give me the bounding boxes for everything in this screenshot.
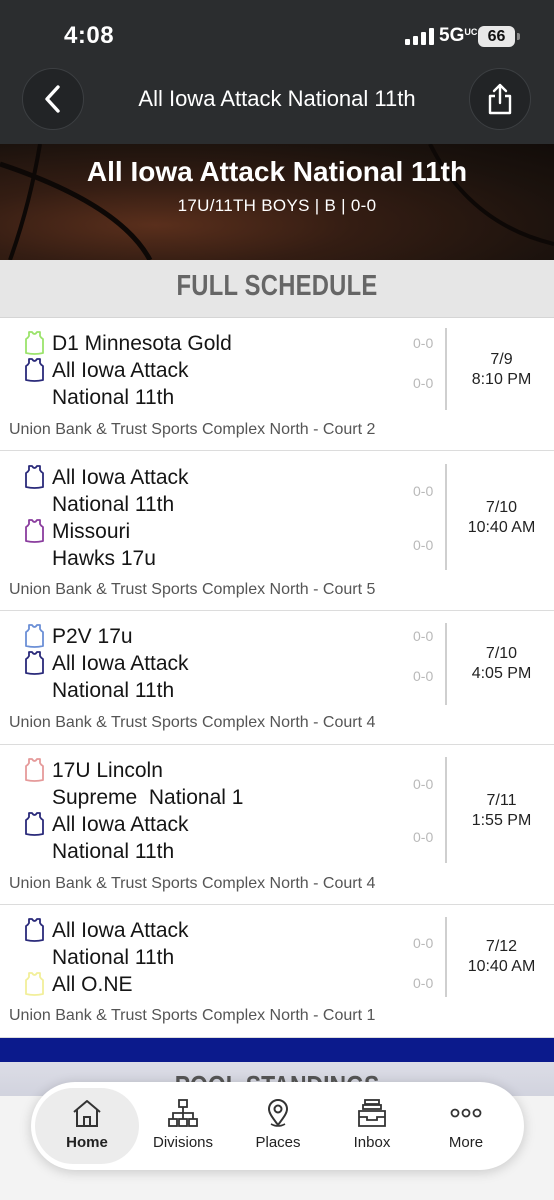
location-pin-icon [267,1099,289,1127]
share-icon [488,83,512,115]
team-name: All Iowa Attack National 11th [52,813,189,863]
team-name: All O.NE [52,973,133,996]
full-schedule-header: FULL SCHEDULE [0,260,554,318]
tab-bar: Home Divisions Places Inbox More [31,1082,524,1170]
tab-places[interactable]: Places [231,1088,325,1164]
team-name: Missouri Hawks 17u [52,520,156,570]
team-name: P2V 17u [52,625,133,648]
team-score: 0-0 [413,975,434,991]
venue: Union Bank & Trust Sports Complex North … [9,875,376,892]
divider [445,917,447,997]
chevron-left-icon [45,85,60,113]
team-name: All Iowa Attack National 11th [52,466,189,516]
more-icon [450,1108,482,1118]
network-label: 5GUC [439,25,478,46]
venue: Union Bank & Trust Sports Complex North … [9,581,376,598]
team-row: D1 Minnesota Gold [24,330,402,357]
venue: Union Bank & Trust Sports Complex North … [9,714,376,731]
game-time: 4:05 PM [471,665,532,682]
inbox-icon [358,1099,386,1127]
game-time: 10:40 AM [467,958,536,975]
tab-divisions[interactable]: Divisions [136,1088,230,1164]
venue: Union Bank & Trust Sports Complex North … [9,421,376,438]
section-separator [0,1038,554,1062]
jersey-icon [25,972,44,996]
divider [445,328,447,410]
team-score: 0-0 [413,628,434,644]
divider [445,623,447,705]
team-row: All Iowa Attack National 11th [24,357,402,411]
tab-home[interactable]: Home [35,1088,139,1164]
game-card[interactable]: All Iowa Attack National 11th All O.NE 0… [0,905,554,1038]
team-score: 0-0 [413,668,434,684]
game-date: 7/10 [485,499,518,516]
tab-label: Home [66,1134,108,1151]
tab-inbox[interactable]: Inbox [325,1088,419,1164]
jersey-icon [25,465,44,489]
nav-bar: All Iowa Attack National 11th [0,60,554,144]
game-card[interactable]: All Iowa Attack National 11th Missouri H… [0,451,554,611]
section-title: FULL SCHEDULE [176,270,378,302]
team-score: 0-0 [413,483,434,499]
jersey-icon [25,331,44,355]
game-date: 7/11 [486,792,517,809]
jersey-icon [25,624,44,648]
team-score: 0-0 [413,375,434,391]
game-card[interactable]: D1 Minnesota Gold All Iowa Attack Nation… [0,318,554,451]
tab-label: Places [255,1134,301,1151]
team-score: 0-0 [413,935,434,951]
home-icon [73,1100,101,1127]
team-name: 17U Lincoln Supreme National 1 [52,759,244,809]
team-score: 0-0 [413,537,434,553]
team-score: 0-0 [413,829,434,845]
game-card[interactable]: 17U Lincoln Supreme National 1 All Iowa … [0,745,554,905]
jersey-icon [25,918,44,942]
battery-icon: 66 [478,26,520,47]
team-score: 0-0 [413,335,434,351]
share-button[interactable] [469,68,531,130]
game-date: 7/9 [490,351,513,368]
team-row: 17U Lincoln Supreme National 1 [24,757,402,811]
team-row: All Iowa Attack National 11th [24,811,402,865]
hero-title: All Iowa Attack National 11th [86,156,468,187]
team-row: All O.NE [24,971,402,998]
page-title: All Iowa Attack National 11th [138,86,416,111]
jersey-icon [25,758,44,782]
jersey-icon [25,358,44,382]
team-name: All Iowa Attack National 11th [52,359,189,409]
tab-more[interactable]: More [419,1088,513,1164]
tab-label: More [448,1134,484,1151]
game-time: 10:40 AM [467,519,536,536]
venue: Union Bank & Trust Sports Complex North … [9,1007,376,1024]
team-name: D1 Minnesota Gold [52,332,232,355]
team-name: All Iowa Attack National 11th [52,919,189,969]
team-row: Missouri Hawks 17u [24,518,402,572]
schedule-list: D1 Minnesota Gold All Iowa Attack Nation… [0,318,554,1038]
team-score: 0-0 [413,776,434,792]
divider [445,464,447,570]
team-row: All Iowa Attack National 11th [24,650,402,704]
game-date: 7/10 [485,645,518,662]
game-time: 8:10 PM [471,371,532,388]
team-row: All Iowa Attack National 11th [24,917,402,971]
back-button[interactable] [22,68,84,130]
tab-label: Inbox [353,1134,391,1151]
jersey-icon [25,519,44,543]
team-row: All Iowa Attack National 11th [24,464,402,518]
hero-subtitle: 17U/11TH BOYS | B | 0-0 [177,196,377,215]
team-hero-banner: All Iowa Attack National 11th 17U/11TH B… [0,144,554,260]
status-bar: 4:08 5GUC 66 [0,0,554,60]
divider [445,757,447,863]
signal-icon [405,28,434,45]
jersey-icon [25,812,44,836]
team-name: All Iowa Attack National 11th [52,652,189,702]
team-row: P2V 17u [24,623,402,650]
game-date: 7/12 [485,938,518,955]
status-time: 4:08 [64,22,115,49]
tab-label: Divisions [152,1134,213,1151]
jersey-icon [25,651,44,675]
divisions-icon [168,1099,198,1127]
game-card[interactable]: P2V 17u All Iowa Attack National 11th 0-… [0,611,554,745]
game-time: 1:55 PM [471,812,532,829]
